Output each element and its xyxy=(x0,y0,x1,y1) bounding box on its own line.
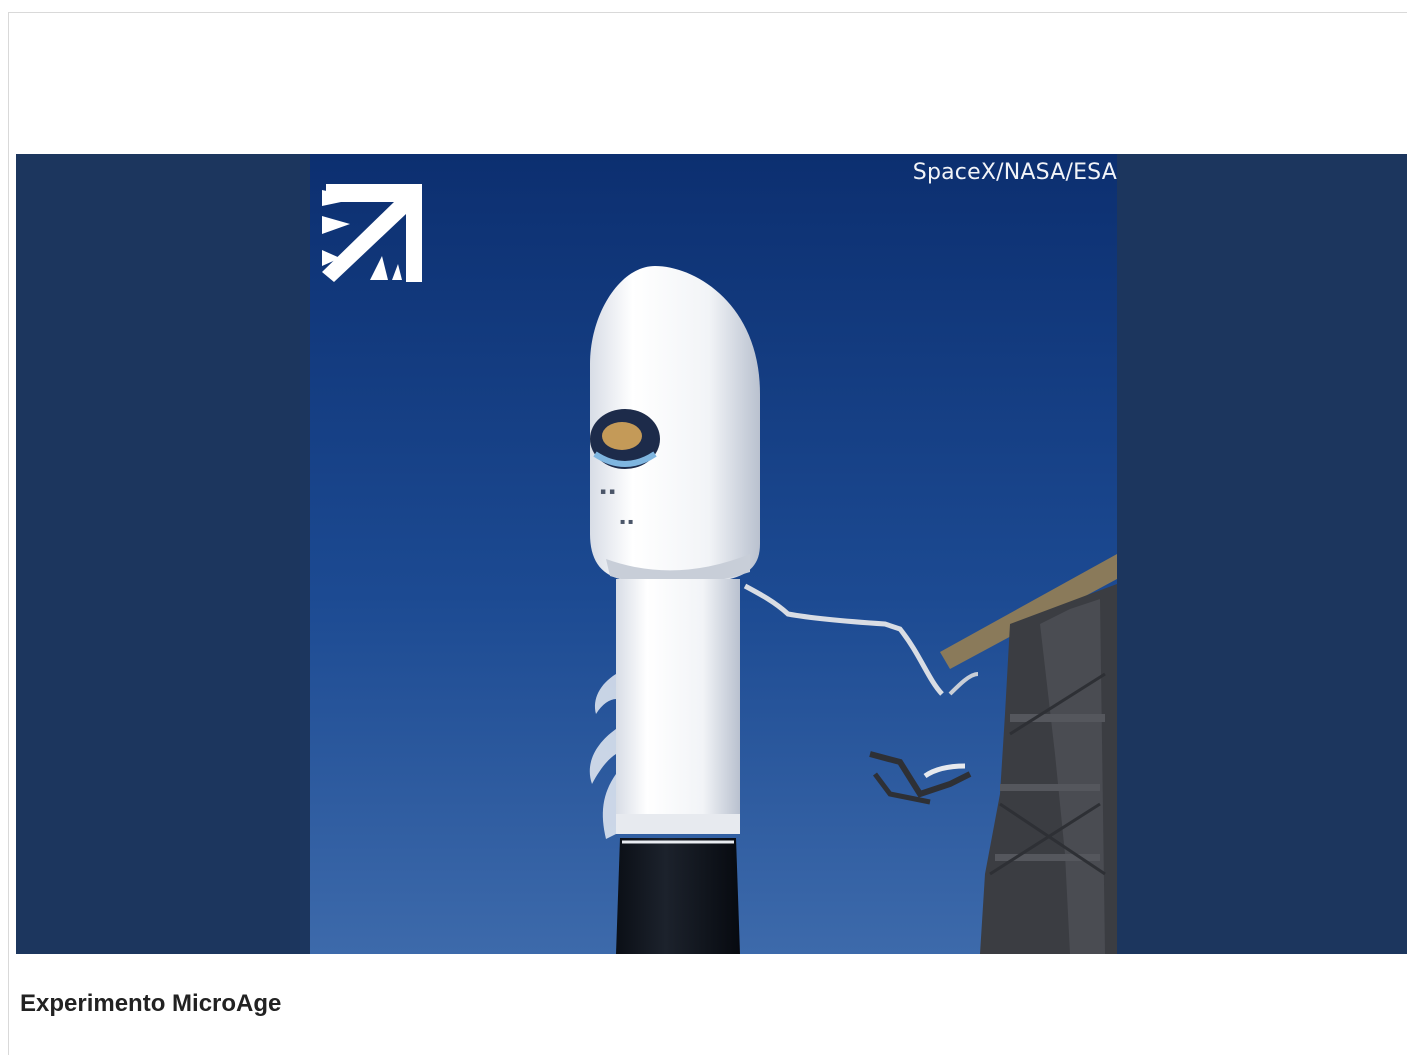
rocket-fairing: ▪ ▪ ▪ ▪ xyxy=(590,266,760,586)
svg-text:▪ ▪: ▪ ▪ xyxy=(620,517,633,526)
photo-credit: SpaceX/NASA/ESA xyxy=(912,160,1117,185)
rocket-second-stage xyxy=(616,579,740,834)
svg-text:▪ ▪: ▪ ▪ xyxy=(600,487,615,497)
video-frame[interactable]: ▪ ▪ ▪ ▪ SpaceX/NASA/ESA xyxy=(310,154,1117,954)
rocket-first-stage xyxy=(616,838,740,954)
video-caption: Experimento MicroAge xyxy=(20,990,282,1017)
rocket-launch-image: ▪ ▪ ▪ ▪ xyxy=(310,154,1117,954)
video-player[interactable]: ▪ ▪ ▪ ▪ SpaceX/NASA/ESA xyxy=(16,154,1407,954)
